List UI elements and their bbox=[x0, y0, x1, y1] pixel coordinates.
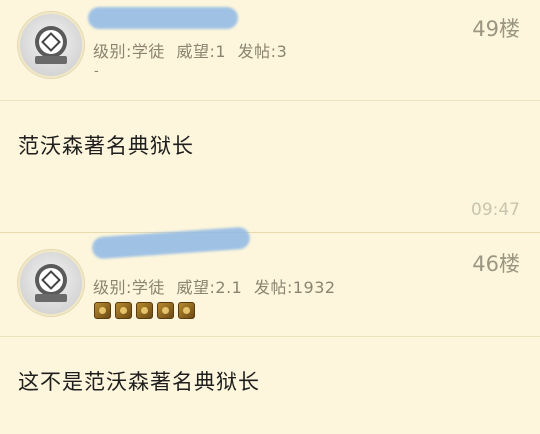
helmet-icon bbox=[35, 26, 67, 64]
medal-icon[interactable] bbox=[115, 302, 132, 319]
post-content: 范沃森著名典狱长 bbox=[18, 134, 194, 158]
divider bbox=[0, 336, 540, 337]
helmet-icon bbox=[35, 264, 67, 302]
medal-icon[interactable] bbox=[94, 302, 111, 319]
medal-icon[interactable] bbox=[136, 302, 153, 319]
post-46: 级别:学徒 威望:2.1 发帖:1932 46楼 这不是范沃森著名典狱长 bbox=[0, 226, 540, 434]
medal-icon[interactable] bbox=[157, 302, 174, 319]
post-time: 09:47 bbox=[471, 200, 520, 220]
user-posts-count: 发帖:1932 bbox=[253, 278, 336, 297]
username-redacted[interactable] bbox=[91, 226, 251, 260]
username-redacted[interactable] bbox=[88, 7, 238, 29]
user-avatar[interactable] bbox=[18, 12, 84, 78]
post-content: 这不是范沃森著名典狱长 bbox=[18, 370, 260, 394]
post-49: 级别:学徒 威望:1 发帖:3 - 49楼 范沃森著名典狱长 09:47 bbox=[0, 0, 540, 230]
user-prestige: 威望:1 bbox=[176, 42, 227, 61]
user-subtitle: - bbox=[94, 64, 99, 79]
divider bbox=[0, 100, 540, 101]
user-avatar[interactable] bbox=[18, 250, 84, 316]
user-meta: 级别:学徒 威望:1 发帖:3 bbox=[93, 38, 293, 62]
user-level: 级别:学徒 bbox=[93, 278, 165, 297]
floor-number: 46楼 bbox=[472, 252, 520, 276]
user-posts-count: 发帖:3 bbox=[237, 42, 288, 61]
floor-number: 49楼 bbox=[472, 17, 520, 41]
user-level: 级别:学徒 bbox=[93, 42, 165, 61]
user-prestige: 威望:2.1 bbox=[176, 278, 243, 297]
user-meta: 级别:学徒 威望:2.1 发帖:1932 bbox=[93, 274, 342, 298]
medal-list bbox=[94, 302, 195, 319]
medal-icon[interactable] bbox=[178, 302, 195, 319]
